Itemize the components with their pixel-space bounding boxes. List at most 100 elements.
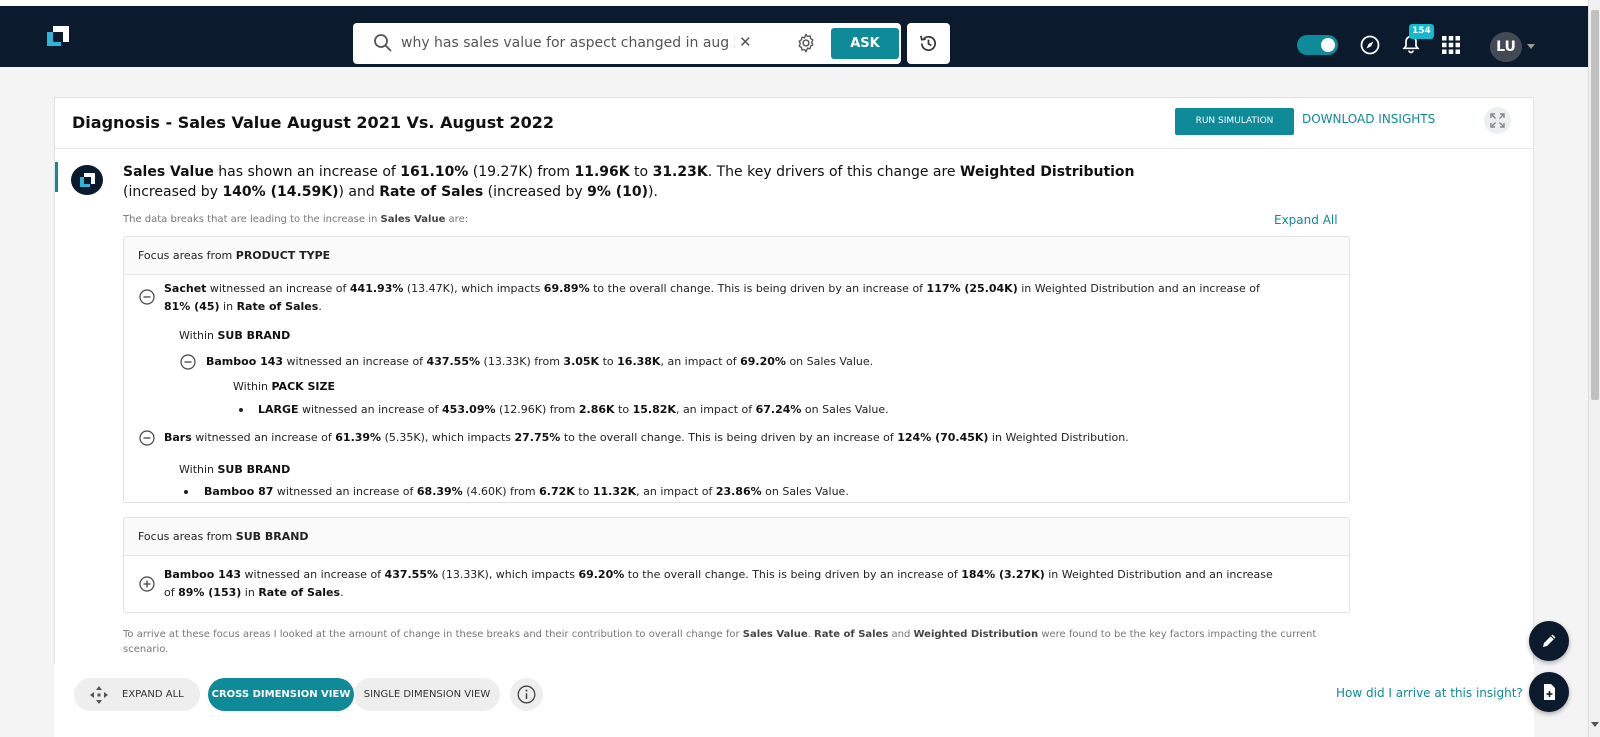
item-impact: 69.89% [543,282,590,295]
focus-dimension: PRODUCT TYPE [235,249,331,262]
insight-summary: Sales Value has shown an increase of 161… [123,162,1203,202]
summary-text: ) and [338,184,380,200]
footnote-text: To arrive at these focus areas I looked … [123,629,743,640]
summary-text: (increased by [123,184,223,200]
download-insights-link[interactable]: DOWNLOAD INSIGHTS [1302,112,1435,126]
collapse-minus-icon[interactable] [139,430,155,446]
summary-text: has shown an increase of [213,164,401,180]
search-input[interactable] [401,31,735,55]
expand-arrows-icon [1490,113,1505,128]
collapse-minus-icon[interactable] [139,289,155,305]
item-text: in Weighted Distribution. [988,431,1129,444]
apps-grid-icon[interactable] [1442,36,1460,54]
within-label: Within SUB BRAND [179,461,290,479]
scrollbar-thumb[interactable] [1591,10,1599,400]
item-pct: 437.55% [384,568,439,581]
notification-badge: 154 [1409,24,1434,39]
note-text: are: [445,214,469,225]
sachet-insight-line1: Sachet witnessed an increase of 441.93% … [164,280,1260,298]
expand-all-link[interactable]: Expand All [1274,213,1338,227]
run-simulation-button[interactable]: RUN SIMULATION [1175,108,1294,135]
item-to: 15.82K [632,403,676,416]
item-text: witnessed an increase of [298,403,443,416]
method-footnote: To arrive at these focus areas I looked … [123,627,1323,657]
info-button[interactable] [510,678,543,711]
ask-button[interactable]: ASK [831,28,899,59]
item-ros-label: Rate of Sales [258,586,341,599]
app-logo[interactable] [47,26,69,46]
single-dimension-view-tab[interactable]: SINGLE DIMENSION VIEW [354,678,500,711]
history-icon [920,35,937,52]
item-text: witnessed an increase of [191,431,336,444]
item-text: (13.33K) from [480,355,564,368]
scroll-down-arrow-icon[interactable] [1591,722,1599,727]
card-header: Diagnosis - Sales Value August 2021 Vs. … [55,98,1533,149]
summary-text: to [629,164,653,180]
fullscreen-button[interactable] [1484,107,1511,134]
page-scrollbar[interactable] [1588,0,1600,737]
item-from: 3.05K [563,355,600,368]
how-insight-link[interactable]: How did I arrive at this insight? [1336,686,1523,700]
summary-pct: 161.10% [400,164,469,180]
item-text: (4.60K) from [462,485,540,498]
clear-search-icon[interactable]: ✕ [739,34,755,50]
history-button[interactable] [907,23,950,64]
item-from: 6.72K [539,485,575,498]
chevron-down-icon[interactable] [1526,41,1536,51]
item-ros: 89% (153) [178,586,242,599]
compass-icon[interactable] [1360,35,1380,55]
collapse-minus-icon[interactable] [180,354,196,370]
top-nav-bar: ✕ ASK 154 LU [0,6,1588,67]
page-title: Diagnosis - Sales Value August 2021 Vs. … [72,113,554,132]
item-text: witnessed an increase of [273,485,417,498]
item-text: (13.47K), which impacts [403,282,544,295]
item-name: Sachet [164,282,207,295]
summary-text: (19.27K) from [468,164,575,180]
item-text: to [574,485,593,498]
bottom-toolbar: EXPAND ALL CROSS DIMENSION VIEW SINGLE D… [54,664,1534,737]
item-text: to the overall change. This is being dri… [560,431,898,444]
summary-text: (increased by [483,184,588,200]
item-ros: 81% (45) [164,300,220,313]
diagnosis-card: Diagnosis - Sales Value August 2021 Vs. … [54,97,1534,737]
footnote-text: and [888,629,914,640]
item-text: (12.96K) from [495,403,579,416]
user-avatar[interactable]: LU [1490,32,1522,62]
footnote-metric: Weighted Distribution [913,629,1039,640]
item-text: (5.35K), which impacts [381,431,515,444]
pencil-icon [1543,634,1556,647]
gear-icon[interactable] [795,32,817,54]
expand-all-label: EXPAND ALL [122,689,184,700]
item-text: to the overall change. This is being dri… [589,282,927,295]
item-text: (13.33K), which impacts [438,568,579,581]
bullet-icon [239,408,243,412]
cross-dimension-view-tab[interactable]: CROSS DIMENSION VIEW [208,678,354,711]
edit-fab-button[interactable] [1529,621,1569,661]
item-name: Bamboo 87 [204,485,274,498]
expand-all-button[interactable]: EXPAND ALL [74,678,200,711]
item-text: . [318,300,322,313]
bars-insight: Bars witnessed an increase of 61.39% (5.… [164,429,1129,447]
item-text: witnessed an increase of [283,355,427,368]
within-label: Within SUB BRAND [179,327,290,345]
item-text: in [241,586,259,599]
item-text: witnessed an increase of [241,568,385,581]
item-pct: 437.55% [426,355,481,368]
bullet-icon [184,490,188,494]
item-pct: 61.39% [335,431,382,444]
summary-metric: Sales Value [123,164,214,180]
mode-toggle[interactable] [1297,35,1338,55]
item-wd: 117% (25.04K) [926,282,1018,295]
item-impact: 69.20% [578,568,625,581]
item-wd: 184% (3.27K) [961,568,1045,581]
assistant-logo-icon [71,165,103,195]
item-impact: 69.20% [740,355,786,368]
item-impact: 27.75% [514,431,561,444]
item-text: to [599,355,618,368]
expand-plus-icon[interactable] [139,576,155,592]
item-text: on Sales Value. [801,403,889,416]
summary-to: 31.23K [652,164,708,180]
item-text: , an impact of [636,485,716,498]
insight-accent-bar [55,162,58,192]
add-document-fab-button[interactable] [1529,672,1569,712]
